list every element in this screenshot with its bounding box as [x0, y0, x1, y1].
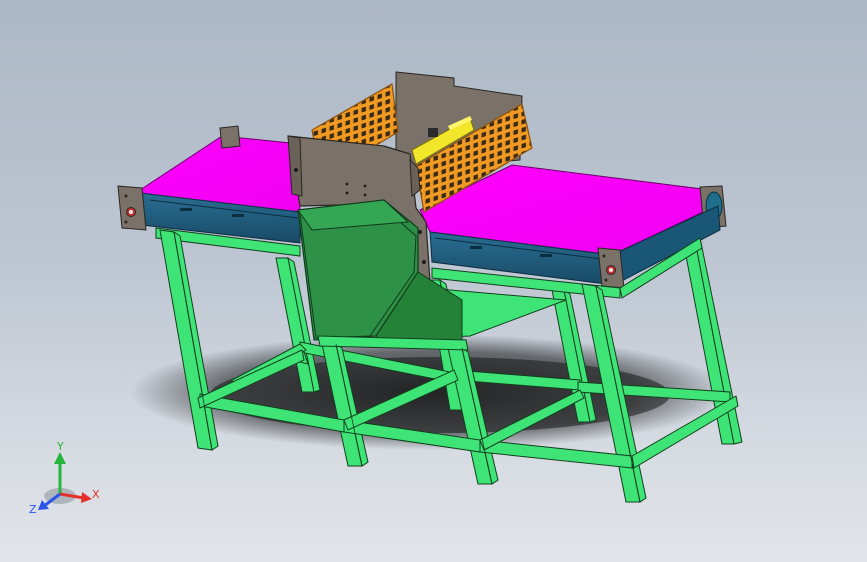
sensor-fitting: [428, 128, 438, 137]
coordinate-triad[interactable]: Y X Z: [22, 438, 112, 528]
conveyor-assembly-model[interactable]: [0, 0, 867, 562]
triad-y-label: Y: [56, 440, 64, 453]
triad-x-label: X: [92, 488, 100, 501]
triad-y-arrow: [54, 452, 66, 464]
cad-viewport[interactable]: Y X Z: [0, 0, 867, 562]
triad-z-label: Z: [29, 503, 37, 516]
triad-x-arrow: [81, 492, 92, 503]
